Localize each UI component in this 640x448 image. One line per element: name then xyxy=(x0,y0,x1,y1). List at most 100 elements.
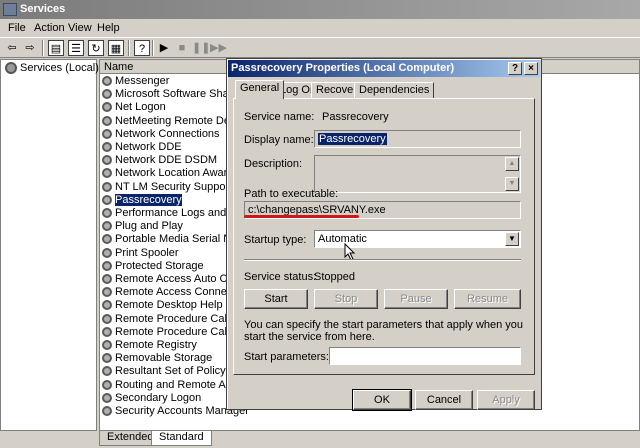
forward-arrow-icon[interactable]: ⇨ xyxy=(22,40,38,56)
tree-item-services-local[interactable]: Services (Local) xyxy=(5,62,99,75)
gear-icon xyxy=(102,353,112,364)
description-label: Description: xyxy=(244,158,303,170)
resume-button[interactable]: Resume xyxy=(454,289,521,309)
dialog-close-button[interactable]: × xyxy=(524,62,538,75)
service-name: Print Spooler xyxy=(115,246,179,259)
service-name: Remote Registry xyxy=(115,339,197,351)
service-name-value: Passrecovery xyxy=(322,111,389,123)
list-item[interactable]: Messenger xyxy=(102,75,169,88)
gear-icon xyxy=(102,168,112,179)
play-icon[interactable]: ▶ xyxy=(156,40,172,56)
properties-icon[interactable]: ☰ xyxy=(68,40,84,56)
tab-general[interactable]: General xyxy=(235,80,285,99)
gear-icon xyxy=(102,115,112,126)
scroll-up-icon[interactable]: ▲ xyxy=(505,157,519,171)
restart-icon[interactable]: ▶▶ xyxy=(210,40,227,56)
dialog-help-button[interactable]: ? xyxy=(508,62,522,75)
gear-icon xyxy=(102,313,112,324)
toolbar-separator xyxy=(128,40,130,56)
display-name-label: Display name: xyxy=(244,134,314,146)
dialog-title: Passrecovery Properties (Local Computer) xyxy=(231,62,455,74)
gear-icon xyxy=(102,340,112,351)
stop-button[interactable]: Stop xyxy=(314,289,378,309)
gear-icon xyxy=(102,392,112,403)
back-arrow-icon[interactable]: ⇦ xyxy=(4,40,20,56)
service-name: Network DDE xyxy=(115,141,182,153)
service-name: Passrecovery xyxy=(115,193,182,206)
scroll-down-icon[interactable]: ▼ xyxy=(505,177,519,191)
ok-button[interactable]: OK xyxy=(352,389,412,411)
properties-dialog: Passrecovery Properties (Local Computer)… xyxy=(226,58,542,411)
display-name-field[interactable]: Passrecovery xyxy=(314,130,521,148)
service-name-label: Service name: xyxy=(244,111,315,123)
stop-icon[interactable]: ■ xyxy=(174,40,190,56)
gear-icon xyxy=(102,208,112,219)
service-name: Removable Storage xyxy=(115,352,213,365)
service-name: Network Connections xyxy=(115,127,220,140)
gear-icon xyxy=(102,234,112,245)
list-item[interactable]: Network DDE xyxy=(102,141,182,154)
start-params-input[interactable] xyxy=(329,347,521,365)
list-item[interactable]: Protected Storage xyxy=(102,260,204,273)
pause-icon[interactable]: ❚❚ xyxy=(192,40,210,56)
list-item[interactable]: Passrecovery xyxy=(102,193,182,207)
list-item[interactable]: Print Spooler xyxy=(102,247,179,260)
tab-dependencies[interactable]: Dependencies xyxy=(354,82,435,98)
list-item[interactable]: Network DDE DSDM xyxy=(102,154,217,167)
list-item[interactable]: Removable Storage xyxy=(102,352,212,365)
gear-icon xyxy=(102,155,112,166)
tab-standard[interactable]: Standard xyxy=(151,431,212,446)
console-tree-icon[interactable]: ▤ xyxy=(48,40,64,56)
gear-icon xyxy=(102,379,112,390)
gear-icon xyxy=(102,326,112,337)
toolbar-separator xyxy=(152,40,154,56)
service-name: Plug and Play xyxy=(115,220,183,233)
gear-icon xyxy=(102,247,112,258)
apply-button[interactable]: Apply xyxy=(477,390,535,410)
service-name: Network DDE DSDM xyxy=(115,154,218,167)
gear-icon xyxy=(102,194,112,205)
service-name: Net Logon xyxy=(115,101,166,114)
column-header-name[interactable]: Name xyxy=(100,60,230,74)
start-params-hint: You can specify the start parameters tha… xyxy=(244,319,524,343)
list-item[interactable]: Plug and Play xyxy=(102,220,183,233)
gear-icon xyxy=(102,287,112,298)
service-name: Secondary Logon xyxy=(115,391,202,404)
menu-view[interactable]: View xyxy=(68,22,92,34)
menu-help[interactable]: Help xyxy=(97,22,120,34)
tree-item-label: Services (Local) xyxy=(20,62,99,74)
gear-icon xyxy=(102,89,112,100)
list-item[interactable]: Net Logon xyxy=(102,101,166,114)
start-button[interactable]: Start xyxy=(244,289,308,309)
services-app-icon xyxy=(3,3,17,16)
gear-icon xyxy=(102,300,112,311)
gear-icon xyxy=(102,102,112,113)
help-icon[interactable]: ? xyxy=(134,40,150,56)
cancel-button[interactable]: Cancel xyxy=(415,390,473,410)
window-titlebar: Services xyxy=(0,0,640,19)
list-item[interactable]: Remote Registry xyxy=(102,339,197,352)
menu-action[interactable]: Action xyxy=(34,22,65,34)
gear-icon xyxy=(102,128,112,139)
service-status-value: Stopped xyxy=(314,271,355,283)
divider xyxy=(244,259,521,261)
toolbar: ⇦ ⇨ ▤ ☰ ↻ ▦ ? ▶ ■ ❚❚ ▶▶ xyxy=(0,37,640,58)
service-status-label: Service status: xyxy=(244,271,317,283)
gear-icon xyxy=(102,76,112,87)
startup-type-label: Startup type: xyxy=(244,234,307,246)
gear-icon xyxy=(102,181,112,192)
menu-file[interactable]: File xyxy=(8,22,26,34)
list-item[interactable]: Secondary Logon xyxy=(102,392,201,405)
general-panel: Service name: Passrecovery Display name:… xyxy=(233,98,535,375)
gear-icon xyxy=(5,62,17,75)
description-field[interactable]: ▲ ▼ xyxy=(314,155,521,193)
gear-icon xyxy=(102,221,112,232)
gear-icon xyxy=(102,366,112,377)
refresh-icon[interactable]: ↻ xyxy=(88,40,104,56)
window-title: Services xyxy=(20,3,66,15)
list-item[interactable]: Network Connections xyxy=(102,128,220,141)
pause-button[interactable]: Pause xyxy=(384,289,448,309)
chevron-down-icon[interactable]: ▼ xyxy=(505,232,519,246)
export-list-icon[interactable]: ▦ xyxy=(108,40,124,56)
startup-type-value: Automatic xyxy=(318,233,367,245)
